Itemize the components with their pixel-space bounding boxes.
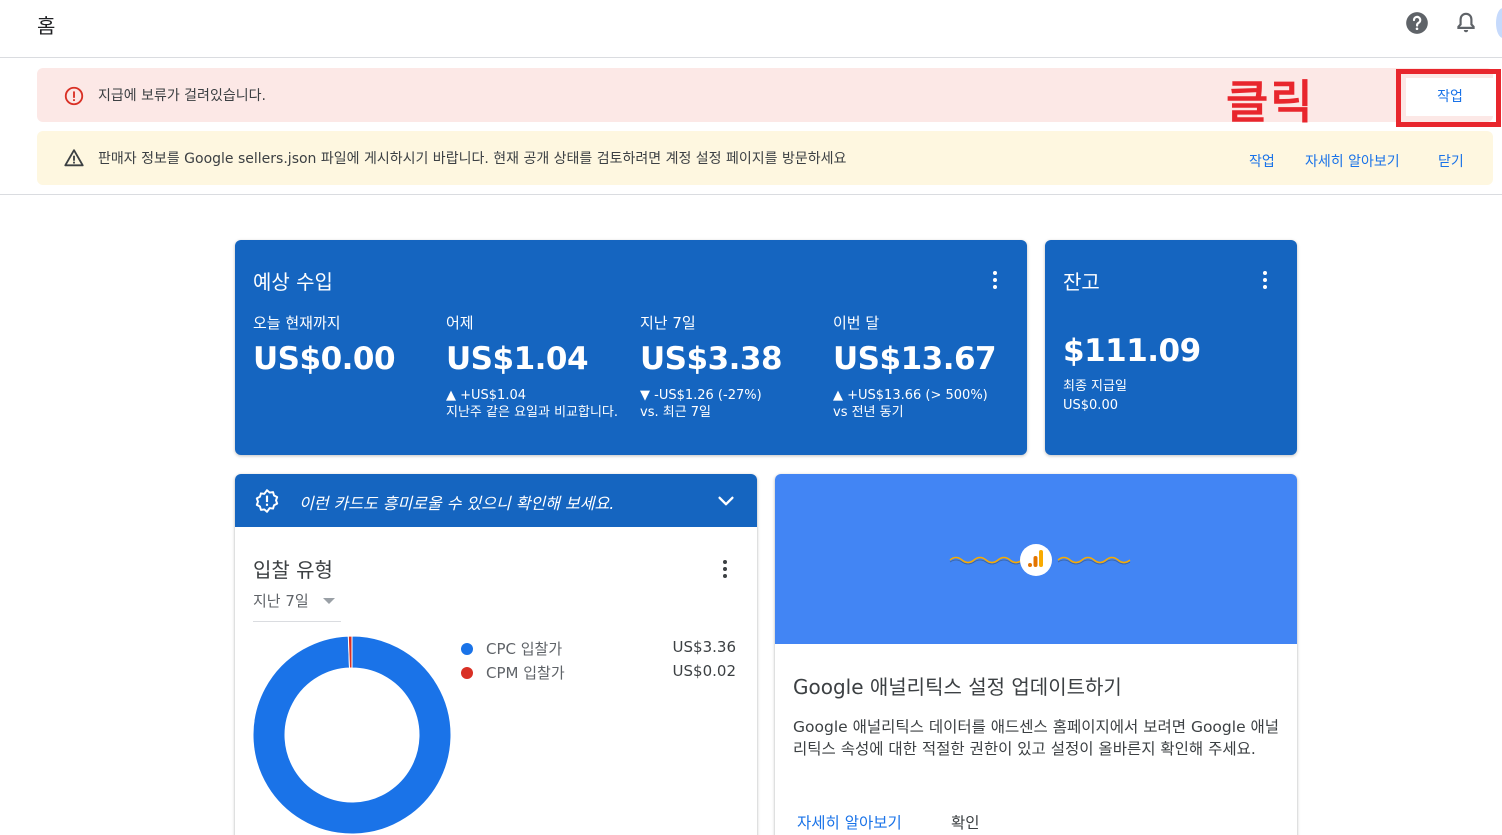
confirm-button[interactable]: 확인 xyxy=(951,811,980,833)
stat-value: US$13.67 xyxy=(833,341,997,377)
more-vert-icon[interactable] xyxy=(989,269,1001,291)
badge-alert-icon xyxy=(255,489,279,513)
analytics-setup-card: Google 애널리틱스 설정 업데이트하기 Google 애널리틱스 데이터를… xyxy=(775,474,1297,835)
bid-types-card: 이런 카드도 흥미로울 수 있으니 확인해 보세요. 입찰 유형 지난 7일 C… xyxy=(235,474,757,835)
dropdown-arrow-icon xyxy=(323,598,335,604)
suggestion-text: 이런 카드도 흥미로울 수 있으니 확인해 보세요. xyxy=(299,494,615,513)
legend-value: US$0.02 xyxy=(672,662,736,680)
stat-this-month: 이번 달 US$13.67 ▲ +US$13.66 (> 500%) vs 전년… xyxy=(833,312,1013,421)
legend-label: CPM 입찰가 xyxy=(486,664,565,682)
stat-compare: vs. 최근 7일 xyxy=(640,405,712,420)
stat-value: US$3.38 xyxy=(640,341,783,377)
stat-yesterday: 어제 US$1.04 ▲ +US$1.04 지난주 같은 요일과 비교합니다. xyxy=(446,312,621,421)
stat-change: ▼ -US$1.26 (-27%) xyxy=(640,388,762,403)
alert-message: 판매자 정보를 Google sellers.json 파일에 게시하시기 바랍… xyxy=(98,151,847,167)
help-circle-icon[interactable] xyxy=(1404,10,1430,36)
card-title: 잔고 xyxy=(1063,270,1100,294)
stat-change: ▲ +US$1.04 xyxy=(446,388,527,403)
legend-item-cpm: CPM 입찰가 US$0.02 xyxy=(461,662,741,682)
balance-value: $111.09 xyxy=(1063,333,1201,369)
analytics-illustration xyxy=(949,544,1131,576)
card-title: 입찰 유형 xyxy=(253,558,333,582)
analytics-logo-icon xyxy=(1020,544,1052,576)
dismiss-link[interactable]: 닫기 xyxy=(1438,151,1464,171)
stat-compare: vs 전년 동기 xyxy=(833,405,904,420)
date-range-select[interactable]: 지난 7일 xyxy=(253,590,341,622)
legend-value: US$3.36 xyxy=(672,638,736,656)
stat-label: 이번 달 xyxy=(833,314,880,332)
stat-today: 오늘 현재까지 US$0.00 xyxy=(253,312,433,377)
legend-label: CPC 입찰가 xyxy=(486,640,563,658)
alert-action-link[interactable]: 작업 xyxy=(1249,151,1275,171)
suggested-cards-bar[interactable]: 이런 카드도 흥미로울 수 있으니 확인해 보세요. xyxy=(235,474,757,527)
donut-slice-cpm xyxy=(347,635,353,669)
more-vert-icon[interactable] xyxy=(1259,269,1271,291)
sellers-json-alert: 판매자 정보를 Google sellers.json 파일에 게시하시기 바랍… xyxy=(37,131,1493,185)
learn-more-link[interactable]: 자세히 알아보기 xyxy=(1305,151,1400,171)
stat-label: 지난 7일 xyxy=(640,314,696,332)
more-vert-icon[interactable] xyxy=(719,558,731,580)
account-avatar[interactable] xyxy=(1496,8,1502,38)
card-description: Google 애널리틱스 데이터를 애드센스 홈페이지에서 보려면 Google… xyxy=(793,718,1280,758)
chevron-down-icon[interactable] xyxy=(715,490,737,512)
estimated-earnings-card: 예상 수입 오늘 현재까지 US$0.00 어제 US$1.04 ▲ +US$1… xyxy=(235,240,1027,455)
stat-last-7-days: 지난 7일 US$3.38 ▼ -US$1.26 (-27%) vs. 최근 7… xyxy=(640,312,820,421)
last-payment-label: 최종 지급일 xyxy=(1063,379,1127,394)
balance-card: 잔고 $111.09 최종 지급일 US$0.00 xyxy=(1045,240,1297,455)
top-app-bar: 홈 xyxy=(0,0,1502,58)
header-divider xyxy=(0,194,1502,195)
notification-bell-icon[interactable] xyxy=(1453,10,1479,36)
legend-color-dot xyxy=(461,643,473,655)
stat-compare: 지난주 같은 요일과 비교합니다. xyxy=(446,405,619,420)
last-payment-value: US$0.00 xyxy=(1063,398,1118,413)
stat-label: 어제 xyxy=(446,314,474,332)
error-circle-icon xyxy=(64,86,84,106)
stat-value: US$0.00 xyxy=(253,341,396,377)
date-range-value: 지난 7일 xyxy=(253,592,309,610)
bid-type-donut-chart xyxy=(252,635,452,835)
page-title: 홈 xyxy=(37,14,56,38)
stat-value: US$1.04 xyxy=(446,341,589,377)
card-title: 예상 수입 xyxy=(253,270,333,294)
stat-label: 오늘 현재까지 xyxy=(253,314,341,332)
stat-change: ▲ +US$13.66 (> 500%) xyxy=(833,388,988,403)
card-title: Google 애널리틱스 설정 업데이트하기 xyxy=(793,675,1122,699)
last-payment: 최종 지급일 US$0.00 xyxy=(1063,377,1127,415)
warning-triangle-icon xyxy=(64,149,84,167)
alert-message: 지급에 보류가 걸려있습니다. xyxy=(98,88,266,104)
learn-more-link[interactable]: 자세히 알아보기 xyxy=(797,811,902,833)
legend-color-dot xyxy=(461,667,473,679)
legend-item-cpc: CPC 입찰가 US$3.36 xyxy=(461,638,741,658)
alert-action-button[interactable]: 작업 xyxy=(1406,78,1494,116)
analytics-hero-banner xyxy=(775,474,1297,644)
click-annotation-label: 클릭 xyxy=(1226,75,1315,129)
